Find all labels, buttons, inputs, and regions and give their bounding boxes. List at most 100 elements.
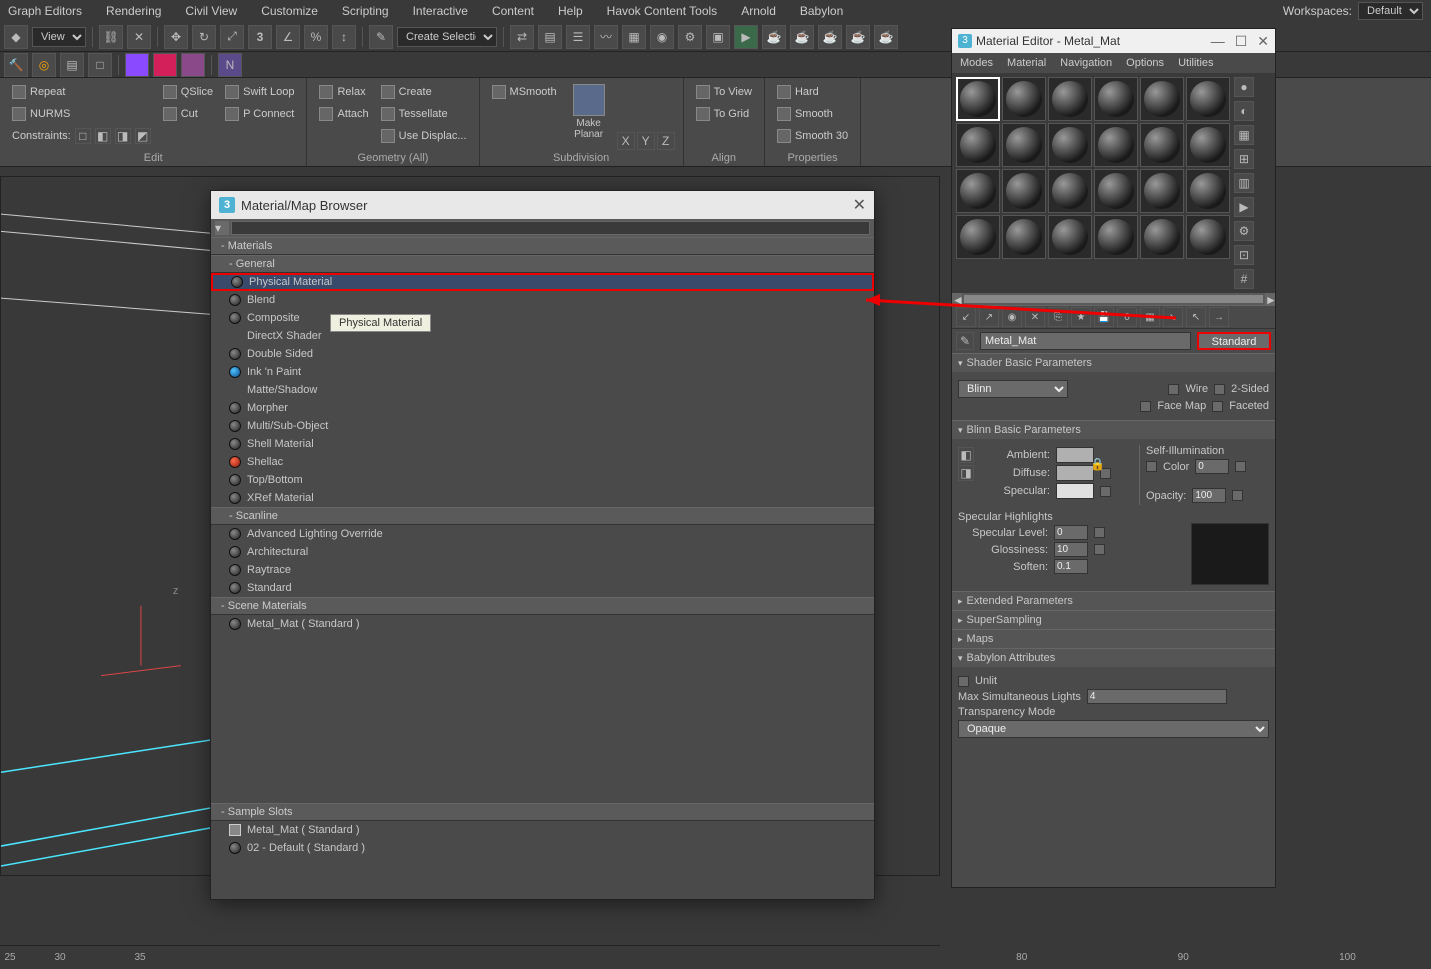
menu-help[interactable]: Help xyxy=(558,4,583,18)
matid-icon[interactable]: # xyxy=(1234,269,1254,289)
spinner-icon[interactable]: ↕ xyxy=(332,25,356,49)
workspace-dropdown[interactable]: Default xyxy=(1358,2,1423,20)
rollout-extended[interactable]: Extended Parameters xyxy=(952,592,1275,610)
put-to-lib-icon[interactable]: 💾 xyxy=(1094,307,1114,327)
item-sample-02-default[interactable]: 02 - Default ( Standard ) xyxy=(211,839,874,857)
move-icon[interactable]: ✥ xyxy=(164,25,188,49)
sample-slot-10[interactable] xyxy=(1094,123,1138,167)
sample-slot-9[interactable] xyxy=(1048,123,1092,167)
ambient-swatch[interactable] xyxy=(1056,447,1094,463)
diffuse-lock-icon[interactable]: ◨ xyxy=(958,465,974,481)
sample-slot-4[interactable] xyxy=(1094,77,1138,121)
go-parent-icon[interactable]: ↖ xyxy=(1186,307,1206,327)
repeat-button[interactable]: Repeat xyxy=(8,82,155,102)
uv-tiling-icon[interactable]: ⊞ xyxy=(1234,149,1254,169)
put-to-scene-icon[interactable]: ↗ xyxy=(979,307,999,327)
options-icon[interactable]: ⚙ xyxy=(1234,221,1254,241)
editor-menu-material[interactable]: Material xyxy=(1007,57,1046,69)
browser-search-input[interactable] xyxy=(231,221,870,235)
menu-civil-view[interactable]: Civil View xyxy=(185,4,237,18)
relax-button[interactable]: Relax xyxy=(315,82,372,102)
matid-channel-icon[interactable]: 0 xyxy=(1117,307,1137,327)
item-raytrace[interactable]: Raytrace xyxy=(211,561,874,579)
timeline[interactable]: 25 30 35 xyxy=(0,945,940,969)
shader-dropdown[interactable]: Blinn xyxy=(958,380,1068,398)
sample-slot-7[interactable] xyxy=(956,123,1000,167)
make-unique-icon[interactable]: ★ xyxy=(1071,307,1091,327)
rollout-blinn-basic[interactable]: Blinn Basic Parameters xyxy=(952,421,1275,439)
show-map-icon[interactable]: ▦ xyxy=(1140,307,1160,327)
snap-angle-icon[interactable]: ∠ xyxy=(276,25,300,49)
selfillum-map-button[interactable] xyxy=(1235,461,1246,472)
menu-graph-editors[interactable]: Graph Editors xyxy=(8,4,82,18)
target-icon[interactable]: ◎ xyxy=(32,53,56,77)
minimize-icon[interactable]: — xyxy=(1211,33,1225,50)
assign-icon[interactable]: ◉ xyxy=(1002,307,1022,327)
x-button[interactable]: X xyxy=(617,132,635,150)
spec-level-map-button[interactable] xyxy=(1094,527,1105,538)
render-icon[interactable]: ▶ xyxy=(734,25,758,49)
specular-map-button[interactable] xyxy=(1100,486,1111,497)
backlight-icon[interactable]: ◐ xyxy=(1234,101,1254,121)
soften-value[interactable] xyxy=(1054,559,1088,574)
maxlights-value[interactable] xyxy=(1087,689,1227,704)
teapot4-icon[interactable]: ☕ xyxy=(846,25,870,49)
sample-slot-18[interactable] xyxy=(1186,169,1230,213)
curve-editor-icon[interactable]: 〰 xyxy=(594,25,618,49)
hard-button[interactable]: Hard xyxy=(773,82,852,102)
item-multi-sub-object[interactable]: Multi/Sub-Object xyxy=(211,417,874,435)
teapot5-icon[interactable]: ☕ xyxy=(874,25,898,49)
sample-slot-16[interactable] xyxy=(1094,169,1138,213)
properties-group-title[interactable]: Properties xyxy=(773,150,852,164)
copy-icon[interactable]: ⎘ xyxy=(1048,307,1068,327)
2sided-checkbox[interactable] xyxy=(1214,384,1225,395)
maximize-icon[interactable]: ☐ xyxy=(1235,33,1248,50)
sample-slot-1[interactable] xyxy=(956,77,1000,121)
item-composite[interactable]: Composite xyxy=(211,309,874,327)
gloss-value[interactable] xyxy=(1054,542,1088,557)
schematic-icon[interactable]: ▦ xyxy=(622,25,646,49)
item-shellac[interactable]: Shellac xyxy=(211,453,874,471)
gloss-map-button[interactable] xyxy=(1094,544,1105,555)
item-xref-material[interactable]: XRef Material xyxy=(211,489,874,507)
rollout-babylon[interactable]: Babylon Attributes xyxy=(952,649,1275,667)
snap-percent-icon[interactable]: % xyxy=(304,25,328,49)
diffuse-swatch[interactable] xyxy=(1056,465,1094,481)
editor-menu-options[interactable]: Options xyxy=(1126,57,1164,69)
msmooth-button[interactable]: MSmooth xyxy=(488,82,561,102)
teapot3-icon[interactable]: ☕ xyxy=(818,25,842,49)
editor-close-icon[interactable]: ✕ xyxy=(1257,33,1269,50)
material-type-button[interactable]: Standard xyxy=(1197,332,1271,350)
attach-button[interactable]: Attach xyxy=(315,104,372,124)
toview-button[interactable]: To View xyxy=(692,82,756,102)
cat-general[interactable]: - General xyxy=(211,255,874,273)
constraint1-icon[interactable]: □ xyxy=(75,128,91,144)
n-icon[interactable]: N xyxy=(218,53,242,77)
link-icon[interactable]: ⛓ xyxy=(99,25,123,49)
align-icon[interactable]: ▤ xyxy=(538,25,562,49)
pick-icon[interactable]: ✎ xyxy=(956,332,974,350)
facemap-checkbox[interactable] xyxy=(1140,401,1151,412)
item-sample-metal-mat[interactable]: Metal_Mat ( Standard ) xyxy=(211,821,874,839)
video-check-icon[interactable]: ▥ xyxy=(1234,173,1254,193)
item-architectural[interactable]: Architectural xyxy=(211,543,874,561)
constraint2-icon[interactable]: ◧ xyxy=(95,128,111,144)
mirror-icon[interactable]: ⇄ xyxy=(510,25,534,49)
close-icon[interactable]: ✕ xyxy=(853,195,866,215)
sample-type-icon[interactable]: ● xyxy=(1234,77,1254,97)
material-editor-icon[interactable]: ◉ xyxy=(650,25,674,49)
usedisplace-button[interactable]: Use Displac... xyxy=(377,126,471,146)
sample-slot-11[interactable] xyxy=(1140,123,1184,167)
menu-customize[interactable]: Customize xyxy=(261,4,318,18)
selfillum-value[interactable] xyxy=(1195,459,1229,474)
menu-scripting[interactable]: Scripting xyxy=(342,4,389,18)
togrid-button[interactable]: To Grid xyxy=(692,104,756,124)
slot-scrollbar[interactable]: ◄► xyxy=(952,293,1275,305)
sample-slot-17[interactable] xyxy=(1140,169,1184,213)
selfillum-color-checkbox[interactable] xyxy=(1146,461,1157,472)
sample-slot-22[interactable] xyxy=(1094,215,1138,259)
specular-swatch[interactable] xyxy=(1056,483,1094,499)
faceted-checkbox[interactable] xyxy=(1212,401,1223,412)
rotate-icon[interactable]: ↻ xyxy=(192,25,216,49)
item-standard[interactable]: Standard xyxy=(211,579,874,597)
